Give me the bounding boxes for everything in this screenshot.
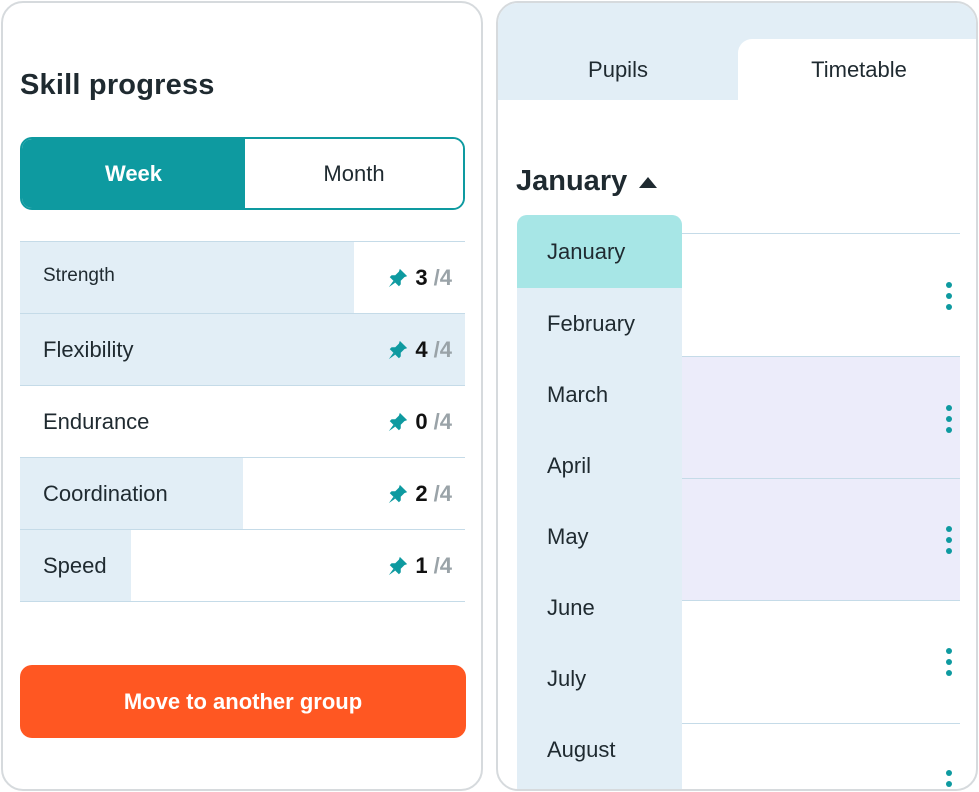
month-option[interactable]: March — [517, 359, 682, 430]
month-option[interactable]: August — [517, 714, 682, 785]
move-to-group-button[interactable]: Move to another group — [20, 665, 466, 738]
more-options-icon[interactable] — [946, 282, 952, 310]
pin-icon — [389, 484, 408, 503]
skill-row: Strength 3 /4 — [20, 241, 465, 313]
skill-score-value: 3 — [415, 264, 428, 290]
timetable-card: Pupils Timetable January January Februar… — [496, 1, 978, 791]
skill-score: 0 /4 — [387, 386, 452, 457]
month-option[interactable]: May — [517, 501, 682, 572]
skill-score: 2 /4 — [387, 458, 452, 529]
skill-score-value: 4 — [415, 336, 428, 362]
skill-score-max: /4 — [433, 552, 452, 578]
month-selector-label: January — [516, 165, 628, 197]
more-options-icon[interactable] — [946, 405, 952, 433]
month-toggle-button[interactable]: Month — [245, 139, 463, 208]
skill-row: Coordination 2 /4 — [20, 457, 465, 529]
skill-score-value: 1 — [415, 552, 428, 578]
month-option[interactable]: January — [517, 215, 682, 288]
skill-name: Strength — [43, 265, 115, 286]
caret-up-icon — [639, 177, 658, 188]
skill-name: Speed — [43, 552, 107, 578]
tab-timetable[interactable]: Timetable — [738, 39, 976, 101]
skill-row: Flexibility 4 /4 — [20, 313, 465, 385]
more-options-icon[interactable] — [946, 770, 952, 789]
skill-score-max: /4 — [433, 408, 452, 434]
month-selector[interactable]: January — [516, 165, 658, 198]
skill-score-value: 0 — [415, 408, 428, 434]
list-item[interactable] — [678, 478, 960, 600]
tab-bar: Pupils Timetable — [498, 3, 976, 101]
page-title: Skill progress — [20, 69, 215, 101]
pin-icon — [389, 268, 408, 287]
month-option[interactable]: June — [517, 572, 682, 643]
pin-icon — [389, 556, 408, 575]
skill-name: Flexibility — [43, 336, 134, 362]
skill-score: 3 /4 — [387, 242, 452, 313]
skill-row: Endurance 0 /4 — [20, 385, 465, 457]
month-option[interactable]: July — [517, 643, 682, 714]
skill-score: 1 /4 — [387, 530, 452, 601]
pin-icon — [389, 340, 408, 359]
skill-score-max: /4 — [433, 336, 452, 362]
month-option[interactable]: April — [517, 430, 682, 501]
skill-score-max: /4 — [433, 480, 452, 506]
list-item[interactable] — [678, 723, 960, 789]
list-item[interactable] — [678, 233, 960, 356]
pin-icon — [389, 412, 408, 431]
skill-row: Speed 1 /4 — [20, 529, 465, 602]
skill-name: Coordination — [43, 480, 168, 506]
list-item[interactable] — [678, 356, 960, 478]
skill-score-value: 2 — [415, 480, 428, 506]
skill-score-max: /4 — [433, 264, 452, 290]
tab-pupils[interactable]: Pupils — [498, 39, 738, 101]
week-toggle-button[interactable]: Week — [22, 139, 245, 208]
skill-score: 4 /4 — [387, 314, 452, 385]
period-toggle: Week Month — [20, 137, 465, 210]
skill-progress-card: Skill progress Week Month Strength 3 /4 … — [1, 1, 483, 791]
month-option[interactable]: February — [517, 288, 682, 359]
month-dropdown: January February March April May June Ju… — [517, 215, 682, 789]
more-options-icon[interactable] — [946, 526, 952, 554]
skill-list: Strength 3 /4 Flexibility 4 /4 Endurance… — [20, 241, 465, 602]
more-options-icon[interactable] — [946, 648, 952, 676]
skill-name: Endurance — [43, 408, 150, 434]
list-item[interactable] — [678, 600, 960, 723]
